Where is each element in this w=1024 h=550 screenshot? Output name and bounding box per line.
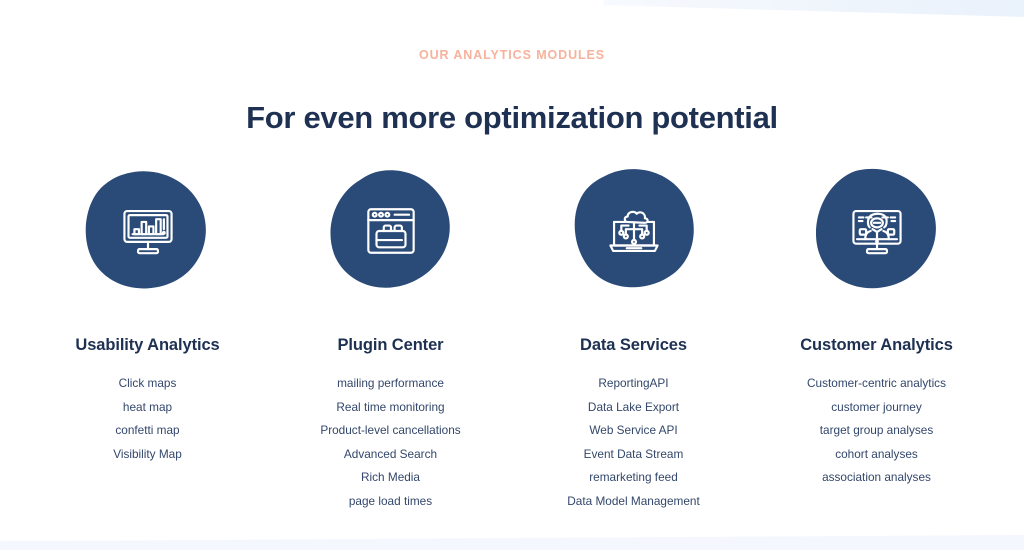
browser-toolbox-icon [366,207,415,254]
module-title: Customer Analytics [800,336,953,354]
module-feature-list: Customer-centric analytics customer jour… [755,372,998,490]
list-item[interactable]: Click maps [26,372,269,396]
module-card-usability-analytics[interactable]: Usability Analytics Click maps heat map … [26,168,269,466]
module-icon-wrapper [83,168,213,293]
list-item[interactable]: association analyses [755,466,998,490]
list-item[interactable]: Product-level cancellations [269,419,512,443]
decorative-bottom-band [0,534,1024,550]
list-item[interactable]: Web Service API [512,419,755,443]
module-title: Plugin Center [337,336,444,354]
list-item[interactable]: page load times [269,490,512,514]
analytics-modules-section: OUR ANALYTICS MODULES For even more opti… [0,0,1024,550]
list-item[interactable]: remarketing feed [512,466,755,490]
list-item[interactable]: Data Lake Export [512,396,755,420]
module-card-customer-analytics[interactable]: Customer Analytics Customer-centric anal… [755,168,998,490]
module-icon-wrapper [569,168,699,293]
list-item[interactable]: customer journey [755,396,998,420]
module-card-plugin-center[interactable]: Plugin Center mailing performance Real t… [269,168,512,513]
laptop-cloud-network-icon [608,210,659,252]
page-title: For even more optimization potential [246,99,778,135]
module-card-data-services[interactable]: Data Services ReportingAPI Data Lake Exp… [512,168,755,513]
list-item[interactable]: cohort analyses [755,443,998,467]
list-item[interactable]: confetti map [26,419,269,443]
module-title: Usability Analytics [75,336,220,354]
module-feature-list: mailing performance Real time monitoring… [269,372,512,513]
module-feature-list: ReportingAPI Data Lake Export Web Servic… [512,372,755,513]
monitor-customer-icon [851,209,902,254]
module-title: Data Services [580,336,687,354]
list-item[interactable]: Advanced Search [269,443,512,467]
list-item[interactable]: Data Model Management [512,490,755,514]
section-eyebrow: OUR ANALYTICS MODULES [418,48,606,62]
list-item[interactable]: Real time monitoring [269,396,512,420]
list-item[interactable]: heat map [26,396,269,420]
list-item[interactable]: target group analyses [755,419,998,443]
module-icon-wrapper [326,168,456,293]
list-item[interactable]: Visibility Map [26,443,269,467]
decorative-top-band [603,0,1024,18]
list-item[interactable]: mailing performance [269,372,512,396]
module-icon-wrapper [812,168,942,293]
module-feature-list: Click maps heat map confetti map Visibil… [26,372,269,466]
modules-grid: Usability Analytics Click maps heat map … [0,168,1024,513]
list-item[interactable]: ReportingAPI [512,372,755,396]
monitor-bar-chart-icon [122,209,173,254]
list-item[interactable]: Customer-centric analytics [755,372,998,396]
list-item[interactable]: Rich Media [269,466,512,490]
list-item[interactable]: Event Data Stream [512,443,755,467]
